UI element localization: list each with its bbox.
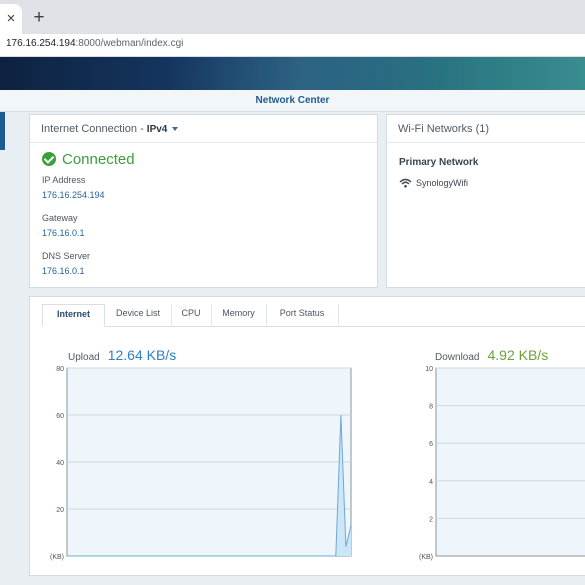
gateway-label: Gateway <box>42 213 78 223</box>
dns-server-label: DNS Server <box>42 251 91 261</box>
status-text: Connected <box>62 151 135 168</box>
y-tick-label: 8 <box>429 404 433 411</box>
panel-header: Wi-Fi Networks (1) <box>387 115 585 143</box>
panel-header: Internet Connection - IPv4 <box>30 115 377 143</box>
internet-connection-title[interactable]: Internet Connection - IPv4 <box>41 123 179 135</box>
y-tick-label: 10 <box>425 366 433 373</box>
y-tick-label: 4 <box>429 479 433 486</box>
download-stat: Download 4.92 KB/s <box>435 347 548 363</box>
tab-cpu[interactable]: CPU <box>171 304 212 326</box>
gateway-value: 176.16.0.1 <box>42 228 85 238</box>
app-title-bar[interactable]: Network Center <box>0 90 585 112</box>
y-tick-label: 40 <box>56 460 64 467</box>
check-circle-icon <box>42 152 56 166</box>
y-tick-label: 2 <box>429 516 433 523</box>
y-tick-label: 20 <box>56 507 64 514</box>
protocol-selector[interactable]: IPv4 <box>147 124 168 135</box>
address-bar[interactable]: 176.16.254.194:8000/webman/index.cgi <box>0 34 585 57</box>
url-host: 176.16.254.194 <box>6 38 76 49</box>
banner-decoration <box>170 57 470 90</box>
app-title: Network Center <box>255 95 330 106</box>
upload-stat: Upload 12.64 KB/s <box>68 347 176 363</box>
wifi-networks-title: Wi-Fi Networks (1) <box>398 123 490 135</box>
tab-internet[interactable]: Internet <box>42 304 105 327</box>
tab-port-status[interactable]: Port Status <box>266 304 339 326</box>
primary-network-label: Primary Network <box>399 157 479 168</box>
browser-tab-strip: × + <box>0 0 585 34</box>
wifi-network-name: SynologyWifi <box>416 178 469 188</box>
y-tick-label: 80 <box>56 366 64 373</box>
plot-area <box>435 367 585 557</box>
close-tab-icon[interactable]: × <box>0 4 22 34</box>
panel-title-text: Internet Connection - <box>41 123 147 135</box>
url-path: :8000/webman/index.cgi <box>75 38 184 49</box>
unit-label: (KB) <box>50 554 64 561</box>
monitor-tab-bar: Internet Device List CPU Memory Port Sta… <box>42 304 585 327</box>
dns-server-value: 176.16.0.1 <box>42 266 85 276</box>
upload-chart: 20 40 60 80 (KB) <box>50 366 352 561</box>
download-value: 4.92 KB/s <box>487 347 549 363</box>
network-monitor-panel: Internet Device List CPU Memory Port Sta… <box>29 296 585 576</box>
connection-status: Connected <box>42 151 135 168</box>
unit-label: (KB) <box>419 554 433 561</box>
ip-address-label: IP Address <box>42 175 86 185</box>
tab-device-list[interactable]: Device List <box>105 304 172 326</box>
upload-label: Upload <box>68 352 100 363</box>
caret-down-icon[interactable] <box>172 127 179 132</box>
upload-value: 12.64 KB/s <box>107 347 177 363</box>
y-tick-label: 60 <box>56 413 64 420</box>
new-tab-icon[interactable]: + <box>30 5 48 31</box>
wifi-network-item[interactable]: SynologyWifi <box>399 178 468 188</box>
wifi-icon <box>399 178 412 188</box>
wifi-networks-panel: Wi-Fi Networks (1) Primary Network Synol… <box>386 114 585 288</box>
tab-memory[interactable]: Memory <box>211 304 267 326</box>
url-text[interactable]: 176.16.254.194:8000/webman/index.cgi <box>6 38 183 49</box>
ip-address-value: 176.16.254.194 <box>42 190 105 200</box>
y-tick-label: 6 <box>429 441 433 448</box>
internet-connection-panel: Internet Connection - IPv4 Connected IP … <box>29 114 378 288</box>
download-label: Download <box>435 352 480 363</box>
download-chart: 2 4 6 8 10 (KB) <box>419 366 585 561</box>
sidebar-selected-indicator[interactable] <box>0 112 5 150</box>
